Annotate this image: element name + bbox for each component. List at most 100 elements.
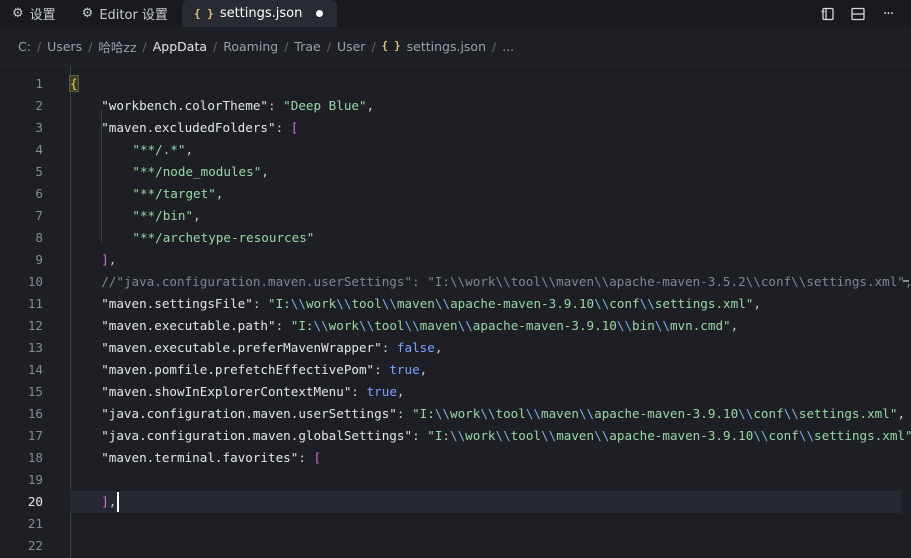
code-token: maven — [556, 428, 595, 443]
code-token: [ — [290, 120, 299, 135]
code-token: , — [730, 318, 739, 333]
code-token: "maven.pomfile.prefetchEffectivePom" — [101, 362, 375, 377]
code-area: "**/archetype-resources" — [70, 227, 901, 249]
code-token: conf — [768, 428, 799, 443]
more-actions-icon[interactable]: ··· — [879, 5, 897, 23]
code-token: \\ — [798, 428, 815, 443]
code-line[interactable]: 20], — [0, 491, 911, 513]
code-token: "**/node_modules" — [132, 164, 262, 179]
code-token: : — [374, 362, 390, 377]
code-token: , — [897, 406, 906, 421]
code-area: "maven.executable.path": "I:\\work\\tool… — [70, 315, 901, 337]
code-token: "**/archetype-resources" — [132, 230, 315, 245]
code-token: : — [268, 98, 284, 113]
code-line[interactable]: 22 — [0, 535, 911, 557]
code-line[interactable]: 21 — [0, 513, 911, 535]
unsaved-dot-icon[interactable] — [316, 10, 324, 17]
code-token: , — [261, 164, 269, 179]
code-line[interactable]: 5 "**/node_modules", — [0, 161, 911, 183]
breadcrumb-item[interactable]: User — [337, 39, 366, 54]
code-text: { — [69, 73, 79, 95]
code-text: "**/node_modules", — [132, 161, 269, 183]
code-token: bin — [632, 318, 655, 333]
code-token: : — [351, 384, 367, 399]
code-line[interactable]: 14 "maven.pomfile.prefetchEffectivePom": … — [0, 359, 911, 381]
code-area: "maven.excludedFolders": [ — [70, 117, 901, 139]
line-number: 17 — [27, 428, 43, 443]
text-cursor — [117, 492, 119, 512]
code-token: : — [396, 406, 413, 421]
code-line[interactable]: 11 "maven.settingsFile": "I:\\work\\tool\… — [0, 293, 911, 315]
code-area: "maven.executable.preferMavenWrapper": f… — [70, 337, 901, 359]
code-line[interactable]: 17 "java.configuration.maven.globalSettin… — [0, 425, 911, 447]
code-text: "maven.excludedFolders": [ — [101, 117, 298, 139]
code-token: , — [193, 208, 201, 223]
line-number: 10 — [27, 274, 43, 289]
code-line[interactable]: 2 "workbench.colorTheme": "Deep Blue", — [0, 95, 911, 117]
line-number: 11 — [27, 296, 43, 311]
code-token: \\ — [404, 318, 420, 333]
code-token: \\ — [738, 406, 754, 421]
code-line[interactable]: 12 "maven.executable.path": "I:\\work\\to… — [0, 315, 911, 337]
line-number: 6 — [35, 186, 43, 201]
tab-label: Editor 设置 — [99, 8, 168, 23]
code-token: , — [419, 362, 428, 377]
tab-settings[interactable]: ⚙ 设置 — [0, 0, 70, 27]
code-token: maven — [419, 318, 458, 333]
code-line[interactable]: 3 "maven.excludedFolders": [ — [0, 117, 911, 139]
code-text: "maven.executable.path": "I:\\work\\tool… — [101, 315, 738, 337]
breadcrumb-item[interactable]: Roaming — [223, 39, 278, 54]
code-line[interactable]: 1{ — [0, 73, 911, 95]
split-editor-icon[interactable] — [849, 5, 867, 23]
tab-editor-settings[interactable]: ⚙ Editor 设置 — [70, 0, 182, 27]
code-text: ], — [101, 491, 116, 513]
code-line[interactable]: 7 "**/bin", — [0, 205, 911, 227]
code-token: \\ — [313, 318, 329, 333]
code-token: \\ — [783, 406, 799, 421]
code-line[interactable]: 16 "java.configuration.maven.userSettings… — [0, 403, 911, 425]
code-line[interactable]: 4 "**/.*", — [0, 139, 911, 161]
breadcrumb-item[interactable]: ... — [502, 39, 514, 54]
code-line[interactable]: 15 "maven.showInExplorerContextMenu": tru… — [0, 381, 911, 403]
code-token: conf — [753, 406, 784, 421]
breadcrumb-file[interactable]: { } settings.json — [382, 39, 486, 54]
breadcrumb-item[interactable]: Users — [47, 39, 82, 54]
code-line[interactable]: 6 "**/target", — [0, 183, 911, 205]
code-line[interactable]: 13 "maven.executable.preferMavenWrapper":… — [0, 337, 911, 359]
code-token: \\ — [457, 318, 473, 333]
tab-settings-json[interactable]: { } settings.json — [181, 0, 338, 27]
code-token: \\ — [480, 406, 496, 421]
code-token: [ — [313, 450, 322, 465]
line-number: 21 — [27, 516, 43, 531]
code-text: "maven.executable.preferMavenWrapper": f… — [101, 337, 442, 359]
open-settings-ui-icon[interactable] — [819, 5, 837, 23]
code-area: "java.configuration.maven.userSettings":… — [70, 403, 905, 425]
code-line[interactable]: 9], — [0, 249, 911, 271]
breadcrumb-item[interactable]: Trae — [294, 39, 320, 54]
code-editor[interactable]: 1{2 "workbench.colorTheme": "Deep Blue", 3… — [0, 65, 911, 558]
code-token: "I: — [427, 428, 450, 443]
code-area: "**/.*", — [70, 139, 901, 161]
code-line[interactable]: 18 "maven.terminal.favorites": [ — [0, 447, 911, 469]
code-line[interactable]: 19 — [0, 469, 911, 491]
code-token: apache-maven-3.9.10 — [472, 318, 617, 333]
code-token: "maven.excludedFolders" — [101, 120, 276, 135]
json-file-icon: { } — [193, 7, 214, 20]
code-area: "maven.terminal.favorites": [ — [70, 447, 901, 469]
code-text: "workbench.colorTheme": "Deep Blue", — [101, 95, 374, 117]
breadcrumb-item[interactable]: C: — [18, 39, 31, 54]
line-number: 9 — [35, 252, 43, 267]
breadcrumb-item[interactable]: AppData — [153, 39, 207, 54]
code-line[interactable]: 8 "**/archetype-resources" — [0, 227, 911, 249]
line-number: 22 — [27, 538, 43, 553]
breadcrumb-item[interactable]: 哈哈zz — [98, 37, 136, 56]
code-token: : — [298, 450, 314, 465]
code-line[interactable]: 10 //"java.configuration.maven.userSettin… — [0, 271, 911, 293]
line-number: 15 — [27, 384, 43, 399]
code-token: mvn.cmd" — [669, 318, 731, 333]
json-file-icon: { } — [381, 40, 401, 52]
code-token: tool — [495, 406, 526, 421]
code-text: "java.configuration.maven.globalSettings… — [101, 425, 911, 447]
code-token: \\ — [639, 296, 655, 311]
line-number: 7 — [35, 208, 43, 223]
